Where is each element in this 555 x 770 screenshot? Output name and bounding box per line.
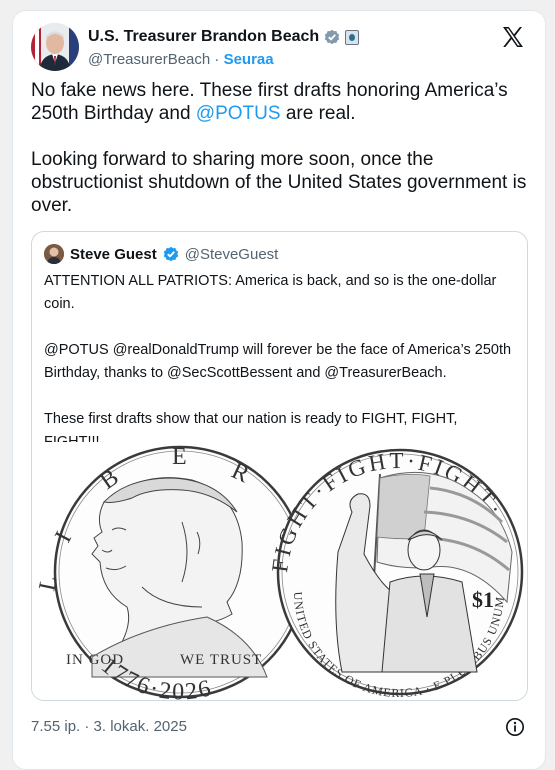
tweet-line-1b: are real. (280, 103, 356, 124)
rim-letter-e: E (172, 444, 187, 470)
follow-button[interactable]: Seuraa (224, 51, 274, 68)
coin-design-image[interactable]: L I B E R T Y (32, 442, 527, 700)
tweet-paragraph-2: Looking forward to sharing more soon, on… (31, 149, 532, 216)
quoted-author-name[interactable]: Steve Guest (70, 246, 157, 263)
government-affiliation-icon (345, 29, 360, 45)
author-handle[interactable]: @TreasurerBeach (88, 51, 210, 68)
tweet-timestamp[interactable]: 7.55 ip. · 3. lokak. 2025 (31, 718, 187, 735)
mention-potus-link[interactable]: @POTUS (196, 103, 281, 124)
verified-badge-icon (324, 29, 340, 45)
handle-separator: · (210, 51, 224, 68)
reverse-coin: FIGHT·FIGHT·FIGHT· UNITED STATES OF AMER… (267, 448, 524, 700)
author-block: U.S. Treasurer Brandon Beach @TreasurerB… (88, 27, 360, 68)
verified-badge-icon (163, 246, 178, 262)
tweet-card: U.S. Treasurer Brandon Beach @TreasurerB… (12, 10, 546, 770)
quoted-author-avatar[interactable] (44, 244, 64, 264)
denomination-label: $1 (472, 587, 494, 612)
motto-we-trust: WE TRUST (180, 652, 262, 668)
x-logo-icon[interactable] (501, 25, 525, 49)
author-avatar[interactable] (31, 23, 79, 71)
quoted-tweet-text: ATTENTION ALL PATRIOTS: America is back,… (44, 273, 512, 450)
info-icon[interactable] (505, 717, 525, 737)
quoted-author-handle[interactable]: @SteveGuest (185, 246, 279, 263)
tweet-text: No fake news here. These first drafts ho… (31, 79, 529, 217)
author-name[interactable]: U.S. Treasurer Brandon Beach (88, 28, 319, 46)
quoted-tweet[interactable]: Steve Guest @SteveGuest ATTENTION ALL PA… (31, 231, 528, 701)
